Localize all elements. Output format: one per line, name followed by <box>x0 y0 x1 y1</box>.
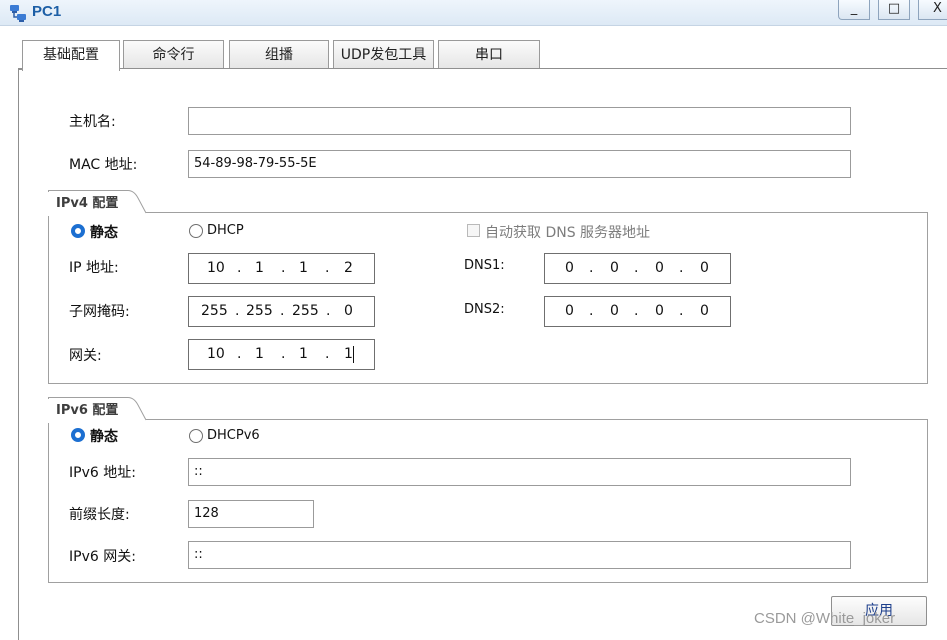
dns2-octet-2: 0 <box>610 303 619 319</box>
mask-octet-4: 0 <box>344 303 353 319</box>
tab-serial[interactable]: 串口 <box>438 40 540 70</box>
mask-octet-1: 255 <box>201 303 228 319</box>
prefix-length-input[interactable]: 128 <box>188 500 314 528</box>
mask-octet-3: 255 <box>292 303 319 319</box>
ip-dot: . <box>281 260 286 276</box>
title-bar: PC1 _ □ X <box>0 0 947 26</box>
ip-address-label: IP 地址: <box>69 260 119 276</box>
network-pc-icon <box>10 5 26 22</box>
ipv6-dhcpv6-radio[interactable] <box>189 429 203 443</box>
dns2-input[interactable]: 0 . 0 . 0 . 0 <box>544 296 731 327</box>
dns1-dot: . <box>634 260 639 276</box>
ipv4-dhcp-radio[interactable] <box>189 224 203 238</box>
mask-dot: . <box>280 303 285 319</box>
ip-octet-3: 1 <box>299 260 308 276</box>
ipv4-static-radio[interactable] <box>71 224 85 238</box>
dns1-octet-4: 0 <box>700 260 709 276</box>
ip-octet-1: 10 <box>207 260 225 276</box>
ip-dot: . <box>237 260 242 276</box>
ipv6-gateway-input[interactable]: :: <box>188 541 851 569</box>
hostname-input[interactable] <box>188 107 851 135</box>
gw-octet-1: 10 <box>207 346 225 362</box>
ipv6-address-input[interactable]: :: <box>188 458 851 486</box>
minimize-button[interactable]: _ <box>838 0 870 20</box>
dns1-octet-1: 0 <box>565 260 574 276</box>
text-cursor <box>353 346 354 363</box>
dns2-label: DNS2: <box>464 302 505 317</box>
dns1-octet-3: 0 <box>655 260 664 276</box>
gw-octet-2: 1 <box>255 346 264 362</box>
mask-dot: . <box>235 303 240 319</box>
gw-octet-4: 1 <box>344 346 353 362</box>
tab-command-line[interactable]: 命令行 <box>123 40 224 70</box>
dns2-octet-4: 0 <box>700 303 709 319</box>
window-title: PC1 <box>32 3 62 20</box>
gateway-input[interactable]: 10 . 1 . 1 . 1 <box>188 339 375 370</box>
mask-dot: . <box>326 303 331 319</box>
ipv4-dhcp-label: DHCP <box>207 223 244 238</box>
ip-address-input[interactable]: 10 . 1 . 1 . 2 <box>188 253 375 284</box>
hostname-label: 主机名: <box>69 114 116 130</box>
gw-dot: . <box>325 346 330 362</box>
watermark: CSDN @White_joker <box>754 610 896 627</box>
auto-dns-label: 自动获取 DNS 服务器地址 <box>485 225 651 241</box>
gw-dot: . <box>237 346 242 362</box>
maximize-button[interactable]: □ <box>878 0 910 20</box>
gw-dot: . <box>281 346 286 362</box>
auto-dns-checkbox[interactable] <box>467 224 480 237</box>
dns2-dot: . <box>589 303 594 319</box>
dns1-dot: . <box>679 260 684 276</box>
ip-octet-2: 1 <box>255 260 264 276</box>
dns2-octet-3: 0 <box>655 303 664 319</box>
gateway-label: 网关: <box>69 348 102 364</box>
close-button[interactable]: X <box>918 0 947 20</box>
dns2-dot: . <box>679 303 684 319</box>
ipv6-address-label: IPv6 地址: <box>69 465 136 481</box>
mac-label: MAC 地址: <box>69 157 138 173</box>
tab-multicast[interactable]: 组播 <box>229 40 329 70</box>
ipv6-dhcpv6-label: DHCPv6 <box>207 428 260 443</box>
mac-address-field[interactable]: 54-89-98-79-55-5E <box>188 150 851 178</box>
ip-dot: . <box>325 260 330 276</box>
tab-basic-config[interactable]: 基础配置 <box>22 40 120 71</box>
ipv4-section-title: IPv4 配置 <box>48 192 119 216</box>
subnet-mask-label: 子网掩码: <box>69 304 130 320</box>
dns1-input[interactable]: 0 . 0 . 0 . 0 <box>544 253 731 284</box>
ipv6-static-label: 静态 <box>90 429 118 445</box>
prefix-length-label: 前缀长度: <box>69 507 130 523</box>
tab-udp-tool[interactable]: UDP发包工具 <box>333 40 434 70</box>
subnet-mask-input[interactable]: 255 . 255 . 255 . 0 <box>188 296 375 327</box>
dns1-octet-2: 0 <box>610 260 619 276</box>
dns1-dot: . <box>589 260 594 276</box>
ip-octet-4: 2 <box>344 260 353 276</box>
ipv4-static-label: 静态 <box>90 225 118 241</box>
dns1-label: DNS1: <box>464 258 505 273</box>
ipv6-gateway-label: IPv6 网关: <box>69 549 136 565</box>
dns2-octet-1: 0 <box>565 303 574 319</box>
dns2-dot: . <box>634 303 639 319</box>
gw-octet-3: 1 <box>299 346 308 362</box>
mask-octet-2: 255 <box>246 303 273 319</box>
ipv6-section-title: IPv6 配置 <box>48 399 119 423</box>
ipv6-static-radio[interactable] <box>71 428 85 442</box>
